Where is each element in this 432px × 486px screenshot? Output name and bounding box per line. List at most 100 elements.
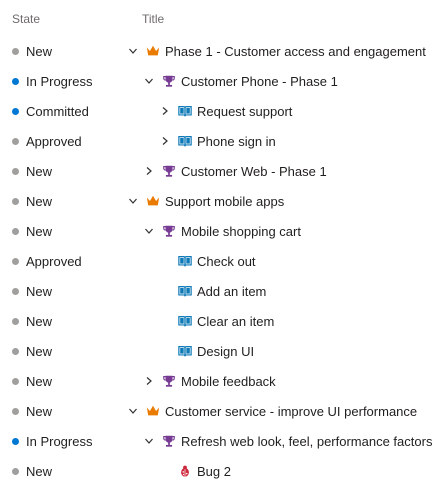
state-dot-icon [12, 377, 19, 385]
chevron-right-icon[interactable] [143, 165, 155, 177]
state-column-header[interactable]: State [12, 12, 40, 26]
state-cell: Committed [12, 96, 89, 126]
title-cell: Mobile shopping cart [143, 216, 301, 246]
table-row[interactable]: New Clear an item [0, 306, 432, 336]
state-label: New [26, 283, 53, 299]
state-label: Approved [26, 133, 82, 149]
state-label: Approved [26, 253, 82, 269]
table-row[interactable]: In Progress Refresh web look, feel, perfo… [0, 426, 432, 456]
work-item-title[interactable]: Refresh web look, feel, performance fact… [181, 434, 432, 449]
state-label: In Progress [26, 73, 93, 89]
table-row[interactable]: New Add an item [0, 276, 432, 306]
chevron-down-icon[interactable] [143, 225, 155, 237]
book-icon [177, 103, 193, 119]
work-item-title[interactable]: Mobile feedback [181, 374, 276, 389]
book-icon [177, 283, 193, 299]
state-dot-icon [12, 107, 19, 115]
chevron-right-icon[interactable] [159, 135, 171, 147]
chevron-right-icon[interactable] [143, 375, 155, 387]
state-cell: New [12, 216, 52, 246]
work-item-title[interactable]: Add an item [197, 284, 266, 299]
work-item-title[interactable]: Clear an item [197, 314, 274, 329]
column-header: State Title [0, 0, 432, 36]
table-row[interactable]: New Mobile shopping cart [0, 216, 432, 246]
title-cell: Support mobile apps [127, 186, 284, 216]
state-cell: New [12, 366, 52, 396]
state-dot-icon [12, 167, 19, 175]
work-item-title[interactable]: Design UI [197, 344, 254, 359]
title-cell: Customer service - improve UI performanc… [127, 396, 417, 426]
work-item-tree: New Phase 1 - Customer access and engagem… [0, 36, 432, 486]
state-cell: New [12, 186, 52, 216]
state-cell: New [12, 156, 52, 186]
crown-icon [145, 193, 161, 209]
state-dot-icon [12, 227, 19, 235]
title-cell: Mobile feedback [143, 366, 276, 396]
chevron-down-icon[interactable] [127, 45, 139, 57]
state-label: Committed [26, 103, 89, 119]
state-dot-icon [12, 77, 19, 85]
chevron-down-icon[interactable] [127, 195, 139, 207]
book-icon [177, 313, 193, 329]
title-cell: Phone sign in [159, 126, 276, 156]
state-label: New [26, 343, 53, 359]
state-cell: Approved [12, 126, 82, 156]
state-dot-icon [12, 137, 19, 145]
work-item-title[interactable]: Phone sign in [197, 134, 276, 149]
crown-icon [145, 403, 161, 419]
work-item-title[interactable]: Phase 1 - Customer access and engagement [165, 44, 426, 59]
table-row[interactable]: New Support mobile apps [0, 186, 432, 216]
state-dot-icon [12, 47, 19, 55]
trophy-icon [161, 373, 177, 389]
state-cell: In Progress [12, 426, 92, 456]
table-row[interactable]: New Customer service - improve UI perform… [0, 396, 432, 426]
state-dot-icon [12, 287, 19, 295]
work-item-title[interactable]: Request support [197, 104, 292, 119]
state-dot-icon [12, 257, 19, 265]
table-row[interactable]: Approved Phone sign in [0, 126, 432, 156]
chevron-right-icon[interactable] [159, 105, 171, 117]
trophy-icon [161, 433, 177, 449]
work-item-title[interactable]: Bug 2 [197, 464, 231, 479]
book-icon [177, 133, 193, 149]
title-column-header[interactable]: Title [142, 12, 164, 26]
table-row[interactable]: New Mobile feedback [0, 366, 432, 396]
title-cell: Customer Web - Phase 1 [143, 156, 327, 186]
table-row[interactable]: Approved Check out [0, 246, 432, 276]
chevron-down-icon[interactable] [143, 75, 155, 87]
bug-icon [177, 463, 193, 479]
work-item-title[interactable]: Customer Web - Phase 1 [181, 164, 327, 179]
table-row[interactable]: Committed Request support [0, 96, 432, 126]
work-item-title[interactable]: Check out [197, 254, 256, 269]
title-cell: Design UI [159, 336, 254, 366]
crown-icon [145, 43, 161, 59]
table-row[interactable]: New Design UI [0, 336, 432, 366]
table-row[interactable]: New Bug 2 [0, 456, 432, 486]
state-cell: New [12, 396, 52, 426]
work-item-title[interactable]: Customer service - improve UI performanc… [165, 404, 417, 419]
chevron-down-icon[interactable] [143, 435, 155, 447]
title-cell: Add an item [159, 276, 266, 306]
state-label: New [26, 313, 53, 329]
trophy-icon [161, 73, 177, 89]
state-dot-icon [12, 437, 19, 445]
title-cell: Phase 1 - Customer access and engagement [127, 36, 426, 66]
chevron-down-icon[interactable] [127, 405, 139, 417]
title-cell: Request support [159, 96, 292, 126]
table-row[interactable]: In Progress Customer Phone - Phase 1 [0, 66, 432, 96]
state-label: New [26, 463, 53, 479]
title-cell: Refresh web look, feel, performance fact… [143, 426, 432, 456]
table-row[interactable]: New Customer Web - Phase 1 [0, 156, 432, 186]
state-label: New [26, 373, 53, 389]
title-cell: Check out [159, 246, 256, 276]
trophy-icon [161, 223, 177, 239]
book-icon [177, 343, 193, 359]
work-item-title[interactable]: Support mobile apps [165, 194, 284, 209]
work-item-title[interactable]: Customer Phone - Phase 1 [181, 74, 338, 89]
work-item-title[interactable]: Mobile shopping cart [181, 224, 301, 239]
table-row[interactable]: New Phase 1 - Customer access and engagem… [0, 36, 432, 66]
state-dot-icon [12, 467, 19, 475]
title-cell: Clear an item [159, 306, 274, 336]
state-dot-icon [12, 317, 19, 325]
